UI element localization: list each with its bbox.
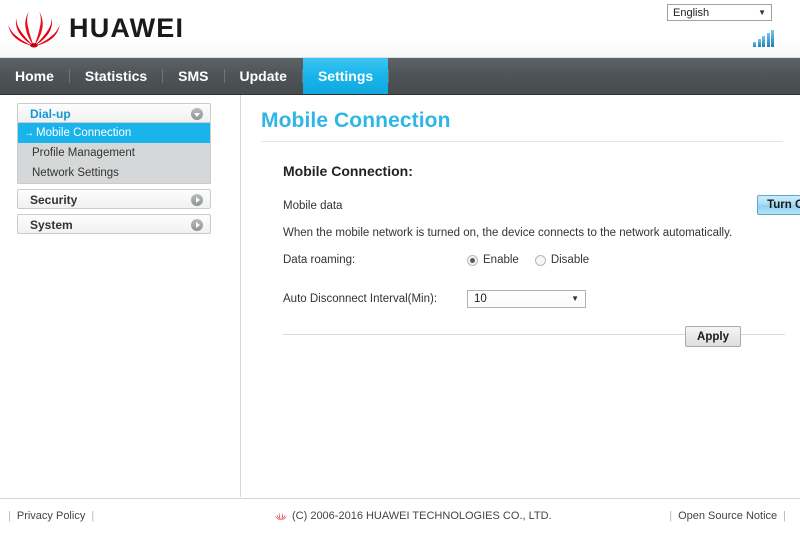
page-body: Dial-up → Mobile Connection Profile Manag…: [0, 95, 800, 497]
page-footer: | Privacy Policy | (C) 2006-2016 HUAWEI …: [0, 498, 800, 535]
footer-right: | Open Source Notice |: [669, 510, 792, 522]
copyright-text: (C) 2006-2016 HUAWEI TECHNOLOGIES CO., L…: [292, 510, 552, 522]
nav-separator: [388, 69, 390, 83]
sidebar-group-header-system[interactable]: System: [17, 214, 211, 234]
auto-disconnect-label: Auto Disconnect Interval(Min):: [283, 293, 438, 305]
sidebar-item-profile-management[interactable]: Profile Management: [18, 143, 210, 163]
sidebar-item-label: Mobile Connection: [36, 127, 132, 139]
footer-pipe: |: [8, 510, 11, 522]
footer-copyright: (C) 2006-2016 HUAWEI TECHNOLOGIES CO., L…: [275, 510, 552, 522]
open-source-notice-link[interactable]: Open Source Notice: [678, 510, 777, 522]
signal-bars-icon: [753, 30, 774, 47]
sidebar-item-mobile-connection[interactable]: → Mobile Connection: [18, 123, 210, 143]
chevron-down-icon: ▼: [571, 294, 579, 303]
title-divider: [261, 141, 783, 142]
chevron-down-icon: ▼: [758, 7, 766, 17]
sidebar-group-label: Dial-up: [30, 107, 71, 121]
chevron-down-circle-icon: [191, 108, 203, 120]
auto-disconnect-select[interactable]: 10 ▼: [467, 290, 586, 308]
chevron-right-circle-icon: [191, 219, 203, 231]
radio-data-roaming-enable[interactable]: Enable: [467, 254, 519, 266]
auto-disconnect-value: 10: [474, 293, 487, 305]
nav-item-update[interactable]: Update: [225, 58, 302, 94]
content-area: Mobile Connection Mobile Connection: Mob…: [241, 95, 800, 497]
sidebar-group-label: Security: [30, 193, 78, 207]
sidebar-group-label: System: [30, 218, 73, 232]
sidebar: Dial-up → Mobile Connection Profile Manag…: [0, 95, 241, 497]
sidebar-group-header-security[interactable]: Security: [17, 189, 211, 209]
footer-pipe: |: [783, 510, 786, 522]
brand-logo: HUAWEI: [8, 6, 184, 50]
auto-disconnect-row: Auto Disconnect Interval(Min): 10 ▼: [283, 290, 761, 308]
sidebar-group-dial-up: Dial-up → Mobile Connection Profile Manag…: [17, 103, 211, 184]
main-navigation: Home Statistics SMS Update Settings: [0, 58, 800, 95]
radio-disable-label: Disable: [550, 254, 590, 266]
radio-enable-indicator: [467, 254, 478, 266]
language-select[interactable]: English ▼: [667, 4, 772, 21]
nav-item-sms[interactable]: SMS: [163, 58, 223, 94]
mobile-data-description: When the mobile network is turned on, th…: [283, 227, 733, 239]
privacy-policy-link[interactable]: Privacy Policy: [17, 510, 85, 522]
radio-disable-indicator: [534, 254, 546, 266]
sidebar-item-network-settings[interactable]: Network Settings: [18, 163, 210, 183]
huawei-flower-logo-small-icon: [275, 512, 287, 521]
huawei-flower-logo-icon: [8, 11, 60, 48]
sidebar-group-header-dial-up[interactable]: Dial-up: [17, 103, 211, 123]
nav-item-settings[interactable]: Settings: [302, 58, 389, 94]
page-header: HUAWEI English ▼: [0, 0, 800, 58]
data-roaming-label: Data roaming:: [283, 254, 356, 266]
sidebar-group-system: System: [17, 214, 211, 234]
chevron-right-circle-icon: [191, 194, 203, 206]
section-title: Mobile Connection:: [283, 163, 413, 179]
footer-left: | Privacy Policy |: [8, 510, 100, 522]
data-roaming-row: Data roaming: Enable Disable: [283, 252, 761, 268]
mobile-data-row: Mobile data: [283, 198, 761, 214]
nav-item-home[interactable]: Home: [0, 58, 69, 94]
footer-pipe: |: [669, 510, 673, 522]
mobile-connection-form: Mobile Connection: Mobile data When the …: [261, 163, 800, 308]
brand-wordmark: HUAWEI: [69, 12, 185, 43]
turn-on-button[interactable]: Turn On: [757, 195, 800, 215]
footer-pipe: |: [91, 510, 95, 522]
sidebar-group-security: Security: [17, 189, 211, 209]
mobile-data-label: Mobile data: [283, 200, 343, 212]
radio-data-roaming-disable[interactable]: Disable: [534, 254, 590, 266]
language-select-value: English: [673, 6, 710, 19]
radio-enable-label: Enable: [483, 254, 519, 266]
sidebar-submenu-dial-up: → Mobile Connection Profile Management Ne…: [17, 123, 211, 184]
apply-button[interactable]: Apply: [685, 326, 741, 347]
page-title: Mobile Connection: [261, 109, 451, 132]
nav-item-statistics[interactable]: Statistics: [70, 58, 162, 94]
selected-arrow-icon: →: [24, 128, 34, 139]
